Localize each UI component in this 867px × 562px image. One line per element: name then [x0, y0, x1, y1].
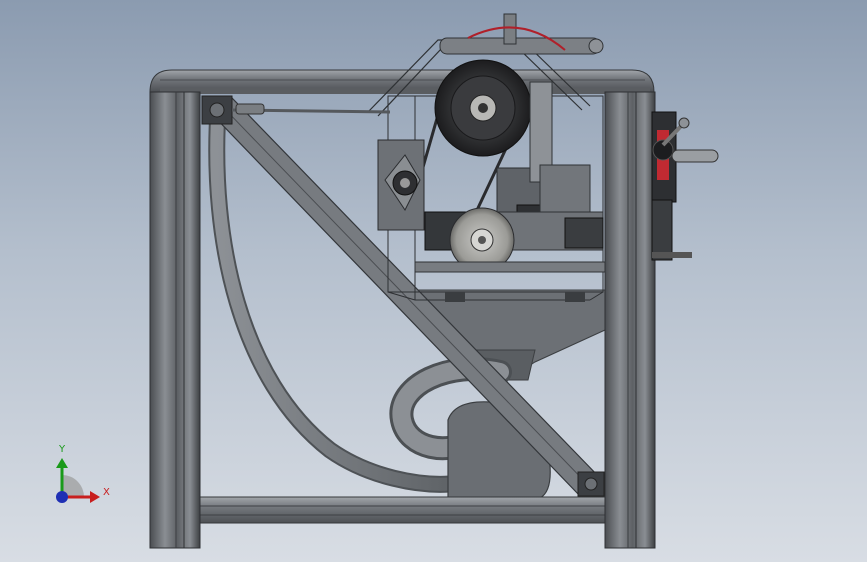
coordinate-triad[interactable] — [56, 458, 100, 503]
machine-assembly-model[interactable] — [0, 0, 867, 562]
left-post[interactable] — [149, 91, 201, 549]
handwheel-assembly[interactable] — [651, 111, 719, 261]
x-axis-label: X — [103, 487, 110, 498]
support-bar — [414, 261, 606, 273]
y-axis-arrow-icon — [56, 458, 68, 468]
x-axis-arrow-icon — [90, 491, 100, 503]
tie-rod — [231, 103, 391, 115]
motor-mount-plate[interactable] — [377, 139, 425, 231]
z-axis-dot-icon — [56, 491, 68, 503]
base-rail[interactable] — [199, 496, 606, 524]
corner-bracket-top — [201, 95, 233, 125]
3d-model-viewport[interactable]: Y X — [0, 0, 867, 562]
top-lever-assembly[interactable] — [439, 13, 604, 55]
corner-bracket-bottom — [577, 471, 605, 497]
right-post[interactable] — [604, 91, 656, 549]
y-axis-label: Y — [59, 444, 66, 455]
top-pulley[interactable] — [434, 59, 532, 157]
